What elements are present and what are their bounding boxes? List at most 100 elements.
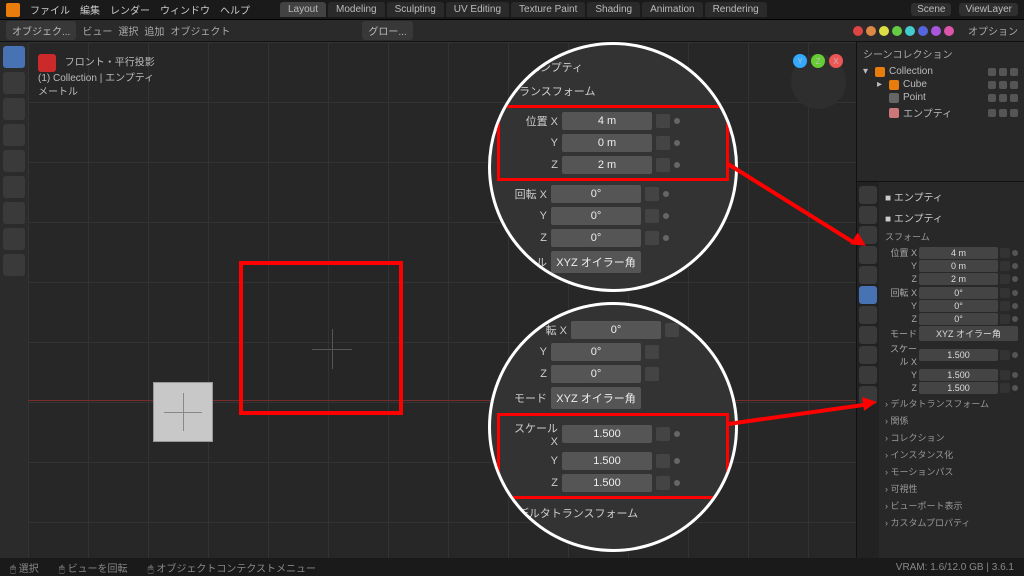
lock-icon[interactable] (1000, 370, 1010, 380)
keyframe-dot-icon[interactable] (1012, 263, 1018, 269)
mode-select[interactable]: オブジェク... (6, 21, 76, 40)
collapse-delta[interactable]: デルタトランスフォーム (885, 395, 1018, 412)
scalex-field[interactable]: 1.500 (919, 349, 998, 361)
lock-icon[interactable] (1000, 248, 1010, 258)
ptab-physics-icon[interactable] (859, 346, 877, 364)
menu-edit[interactable]: 編集 (80, 2, 100, 17)
menu-render[interactable]: レンダー (110, 2, 150, 17)
workspace-tab-animation[interactable]: Animation (642, 2, 702, 17)
keyframe-dot-icon[interactable] (1012, 250, 1018, 256)
shading-dot-icon[interactable] (918, 26, 928, 36)
lock-icon[interactable] (1000, 301, 1010, 311)
shading-dot-icon[interactable] (866, 26, 876, 36)
tool-cursor-icon[interactable] (3, 72, 25, 94)
ptab-world-icon[interactable] (859, 266, 877, 284)
ptab-particle-icon[interactable] (859, 326, 877, 344)
ptab-viewlayer-icon[interactable] (859, 226, 877, 244)
collapse-motionpath[interactable]: モーションパス (885, 463, 1018, 480)
collapse-collection[interactable]: コレクション (885, 429, 1018, 446)
tool-annotate-icon[interactable] (3, 202, 25, 224)
workspace-tab-texturepaint[interactable]: Texture Paint (511, 2, 585, 17)
keyframe-dot-icon[interactable] (1012, 290, 1018, 296)
tool-addcube-icon[interactable] (3, 254, 25, 276)
tool-move-icon[interactable] (3, 98, 25, 120)
hdr-options[interactable]: オプション (968, 23, 1018, 38)
rotz-field[interactable]: 0° (919, 313, 998, 325)
keyframe-dot-icon[interactable] (1012, 316, 1018, 322)
workspace-tab-uvediting[interactable]: UV Editing (446, 2, 509, 17)
lock-icon[interactable] (1000, 288, 1010, 298)
tool-select-box-icon[interactable] (3, 46, 25, 68)
roty-field[interactable]: 0° (919, 300, 998, 312)
shading-dot-icon[interactable] (944, 26, 954, 36)
rotx-field[interactable]: 0° (919, 287, 998, 299)
lock-icon[interactable] (1000, 314, 1010, 324)
navigation-gizmo[interactable]: Z Y X (791, 54, 846, 109)
ptab-constraint-icon[interactable] (859, 366, 877, 384)
ptab-scene-icon[interactable] (859, 246, 877, 264)
tool-rotate-icon[interactable] (3, 124, 25, 146)
gizmo-x-icon[interactable]: X (829, 54, 843, 68)
collapse-instancing[interactable]: インスタンス化 (885, 446, 1018, 463)
tool-transform-icon[interactable] (3, 176, 25, 198)
outliner-row-collection[interactable]: ▾Collection (863, 65, 1018, 78)
locz-field[interactable]: 2 m (919, 273, 998, 285)
hdr-add[interactable]: 追加 (144, 23, 164, 38)
viewlayer-field[interactable]: ViewLayer (959, 3, 1018, 16)
ptab-object-icon[interactable] (859, 286, 877, 304)
menu-file[interactable]: ファイル (30, 2, 70, 17)
collapse-relations[interactable]: 関係 (885, 412, 1018, 429)
rotation-mode-select[interactable]: XYZ オイラー角 (919, 326, 1018, 341)
scaley-field[interactable]: 1.500 (919, 369, 998, 381)
gizmo-z-icon[interactable]: Z (811, 54, 825, 68)
workspace-tab-modeling[interactable]: Modeling (328, 2, 385, 17)
properties-body[interactable]: ■ エンプティ ■ エンプティ スフォーム 位置 X4 m Y0 m Z2 m … (879, 182, 1024, 558)
scene-field[interactable]: Scene (911, 3, 951, 16)
workspace-tab-shading[interactable]: Shading (587, 2, 640, 17)
locx-field[interactable]: 4 m (919, 247, 998, 259)
outliner-row-cube[interactable]: ▸Cube (863, 78, 1018, 91)
workspace-tab-layout[interactable]: Layout (280, 2, 326, 17)
hdr-select[interactable]: 選択 (118, 23, 138, 38)
menu-window[interactable]: ウィンドウ (160, 2, 210, 17)
tool-scale-icon[interactable] (3, 150, 25, 172)
empty-object-small[interactable] (153, 382, 213, 442)
shading-dot-icon[interactable] (879, 26, 889, 36)
scalez-field[interactable]: 1.500 (919, 382, 998, 394)
outliner-row-empty[interactable]: エンプティ (863, 104, 1018, 121)
collapse-customprops[interactable]: カスタムプロパティ (885, 514, 1018, 531)
shading-dot-icon[interactable] (892, 26, 902, 36)
shading-dot-icon[interactable] (905, 26, 915, 36)
collapse-viewportdisplay[interactable]: ビューポート表示 (885, 497, 1018, 514)
tool-measure-icon[interactable] (3, 228, 25, 250)
keyframe-dot-icon[interactable] (1012, 276, 1018, 282)
hdr-view[interactable]: ビュー (82, 23, 112, 38)
collapse-visibility[interactable]: 可視性 (885, 480, 1018, 497)
ptab-data-icon[interactable] (859, 386, 877, 404)
workspace-tab-sculpting[interactable]: Sculpting (387, 2, 444, 17)
outliner-row-point[interactable]: Point (863, 91, 1018, 104)
keyframe-dot-icon[interactable] (1012, 372, 1018, 378)
lock-icon[interactable] (1000, 274, 1010, 284)
empty-object-selected[interactable] (312, 329, 352, 369)
gizmo-y-icon[interactable]: Y (793, 54, 807, 68)
hdr-object[interactable]: オブジェクト (170, 23, 230, 38)
lock-icon[interactable] (1000, 261, 1010, 271)
section-transform[interactable]: スフォーム (885, 228, 1018, 245)
locy-field[interactable]: 0 m (919, 260, 998, 272)
shading-dot-icon[interactable] (931, 26, 941, 36)
keyframe-dot-icon[interactable] (1012, 385, 1018, 391)
workspace-tab-rendering[interactable]: Rendering (705, 2, 767, 17)
keyframe-dot-icon[interactable] (1012, 352, 1018, 358)
3d-viewport[interactable]: フロント・平行投影 (1) Collection | エンプティ メートル Z … (28, 42, 856, 558)
keyframe-dot-icon[interactable] (1012, 303, 1018, 309)
menu-help[interactable]: ヘルプ (220, 2, 250, 17)
shading-dot-icon[interactable] (853, 26, 863, 36)
orientation-select[interactable]: グロー... (362, 21, 412, 40)
lock-icon[interactable] (1000, 383, 1010, 393)
ptab-output-icon[interactable] (859, 206, 877, 224)
lock-icon[interactable] (1000, 350, 1010, 360)
outliner[interactable]: シーンコレクション ▾Collection ▸Cube Point エンプティ (857, 42, 1024, 182)
ptab-render-icon[interactable] (859, 186, 877, 204)
ptab-modifier-icon[interactable] (859, 306, 877, 324)
